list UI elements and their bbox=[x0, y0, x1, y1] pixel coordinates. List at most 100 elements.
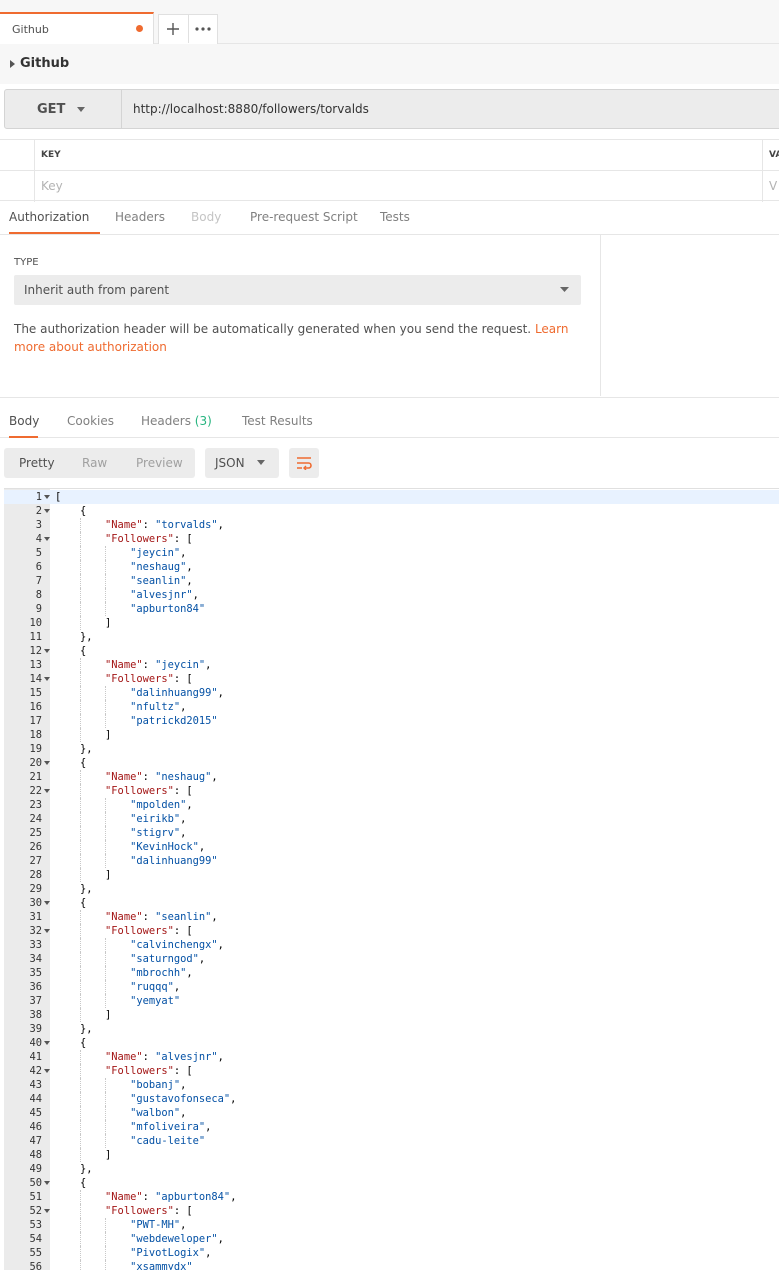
code-text: "gustavofonseca", bbox=[55, 1092, 236, 1106]
param-checkbox[interactable] bbox=[0, 171, 35, 202]
fold-toggle-icon[interactable] bbox=[44, 1209, 50, 1213]
line-number: 2 bbox=[35, 505, 42, 517]
line-number: 27 bbox=[29, 855, 42, 867]
line-number: 40 bbox=[29, 1037, 42, 1049]
code-line: 12 { bbox=[4, 644, 779, 658]
tab-authorization[interactable]: Authorization bbox=[9, 202, 100, 234]
wrap-lines-button[interactable] bbox=[289, 448, 319, 478]
code-text: [ bbox=[55, 490, 61, 504]
fold-toggle-icon[interactable] bbox=[44, 649, 50, 653]
caret-right-icon[interactable] bbox=[10, 60, 15, 68]
value-column-header: VA bbox=[769, 150, 779, 160]
fold-toggle-icon[interactable] bbox=[44, 901, 50, 905]
fold-toggle-icon[interactable] bbox=[44, 789, 50, 793]
new-tab-button[interactable] bbox=[159, 15, 188, 43]
line-number: 3 bbox=[35, 519, 42, 531]
json-string: "mbrochh" bbox=[130, 967, 187, 979]
json-key: "Name" bbox=[105, 771, 143, 783]
line-number: 8 bbox=[35, 589, 42, 601]
code-line: 27 "dalinhuang99" bbox=[4, 854, 779, 868]
json-punctuation: }, bbox=[80, 631, 93, 643]
json-punctuation: , bbox=[186, 967, 193, 979]
auth-type-select[interactable]: Inherit auth from parent bbox=[14, 275, 581, 305]
code-line: 34 "saturngod", bbox=[4, 952, 779, 966]
tab-headers[interactable]: Headers bbox=[115, 202, 165, 234]
code-text: }, bbox=[55, 742, 93, 756]
fold-toggle-icon[interactable] bbox=[44, 929, 50, 933]
tab-body[interactable]: Body bbox=[191, 202, 221, 234]
url-input[interactable]: http://localhost:8880/followers/torvalds bbox=[121, 90, 779, 128]
line-number: 4 bbox=[35, 533, 42, 545]
code-line: 35 "mbrochh", bbox=[4, 966, 779, 980]
line-number: 42 bbox=[29, 1065, 42, 1077]
fold-toggle-icon[interactable] bbox=[44, 537, 50, 541]
request-tab[interactable]: Github bbox=[0, 12, 154, 44]
code-line: 23 "mpolden", bbox=[4, 798, 779, 812]
code-text: "patrickd2015" bbox=[55, 714, 218, 728]
json-punctuation: : [ bbox=[173, 785, 193, 797]
code-line: 11 }, bbox=[4, 630, 779, 644]
json-string: "webdeweloper" bbox=[130, 1233, 218, 1245]
fold-toggle-icon[interactable] bbox=[44, 1069, 50, 1073]
json-punctuation: ] bbox=[105, 1149, 112, 1161]
line-number: 36 bbox=[29, 981, 42, 993]
json-string: "alvesjnr" bbox=[130, 589, 193, 601]
fold-toggle-icon[interactable] bbox=[44, 1181, 50, 1185]
code-line: 10 ] bbox=[4, 616, 779, 630]
code-line: 38 ] bbox=[4, 1008, 779, 1022]
code-text: "walbon", bbox=[55, 1106, 186, 1120]
json-string: "KevinHock" bbox=[130, 841, 199, 853]
code-text: }, bbox=[55, 882, 93, 896]
json-punctuation: ] bbox=[105, 729, 112, 741]
fold-toggle-icon[interactable] bbox=[44, 761, 50, 765]
code-line: 17 "patrickd2015" bbox=[4, 714, 779, 728]
code-line: 42 "Followers": [ bbox=[4, 1064, 779, 1078]
line-number: 17 bbox=[29, 715, 42, 727]
collection-name[interactable]: Github bbox=[20, 56, 69, 71]
line-number: 44 bbox=[29, 1093, 42, 1105]
json-punctuation: : [ bbox=[173, 1205, 193, 1217]
code-line: 4 "Followers": [ bbox=[4, 532, 779, 546]
line-number: 16 bbox=[29, 701, 42, 713]
param-value-input[interactable]: V bbox=[764, 171, 779, 202]
fold-toggle-icon[interactable] bbox=[44, 677, 50, 681]
json-punctuation: ] bbox=[105, 1009, 112, 1021]
auth-type-label: TYPE bbox=[14, 257, 39, 268]
code-text: "PWT-MH", bbox=[55, 1218, 186, 1232]
line-number: 53 bbox=[29, 1219, 42, 1231]
code-line: 19 }, bbox=[4, 742, 779, 756]
json-punctuation: , bbox=[192, 589, 199, 601]
json-punctuation: , bbox=[211, 771, 218, 783]
line-number: 28 bbox=[29, 869, 42, 881]
json-string: "stigrv" bbox=[130, 827, 181, 839]
json-punctuation: ] bbox=[105, 869, 112, 881]
more-tabs-button[interactable] bbox=[187, 15, 217, 43]
raw-button[interactable]: Raw bbox=[82, 448, 107, 478]
fold-toggle-icon[interactable] bbox=[44, 1041, 50, 1045]
line-number: 20 bbox=[29, 757, 42, 769]
request-tab-label: Github bbox=[12, 23, 49, 36]
tab-test-results[interactable]: Test Results bbox=[242, 407, 313, 438]
code-line: 24 "eirikb", bbox=[4, 812, 779, 826]
tab-response-body[interactable]: Body bbox=[9, 407, 39, 438]
code-line: 55 "PivotLogix", bbox=[4, 1246, 779, 1260]
fold-toggle-icon[interactable] bbox=[44, 495, 50, 499]
fold-toggle-icon[interactable] bbox=[44, 509, 50, 513]
json-punctuation: , bbox=[180, 1219, 187, 1231]
json-punctuation: , bbox=[180, 1079, 187, 1091]
format-select[interactable]: JSON bbox=[205, 448, 279, 478]
json-punctuation: , bbox=[180, 1107, 187, 1119]
preview-button[interactable]: Preview bbox=[136, 448, 183, 478]
method-select[interactable]: GET bbox=[5, 90, 121, 128]
param-key-input[interactable]: Key bbox=[35, 171, 763, 202]
tab-cookies[interactable]: Cookies bbox=[67, 407, 114, 438]
code-text: "Name": "torvalds", bbox=[55, 518, 224, 532]
tab-pre-request-script[interactable]: Pre-request Script bbox=[250, 202, 358, 234]
pretty-button[interactable]: Pretty bbox=[19, 448, 55, 478]
tab-tests[interactable]: Tests bbox=[380, 202, 410, 234]
tab-response-headers[interactable]: Headers (3) bbox=[141, 407, 212, 438]
code-text: "stigrv", bbox=[55, 826, 186, 840]
headers-count-badge: (3) bbox=[194, 414, 212, 428]
response-body-editor[interactable]: 1[2 {3 "Name": "torvalds", 4 "Followers":… bbox=[4, 488, 779, 1270]
code-text: "apburton84" bbox=[55, 602, 205, 616]
